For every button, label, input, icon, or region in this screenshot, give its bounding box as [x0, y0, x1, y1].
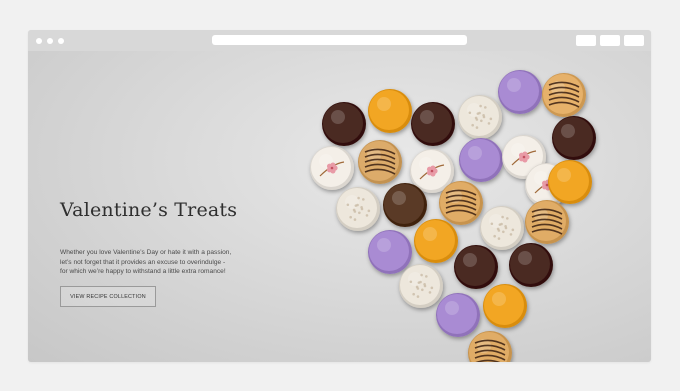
- macaron-coconut: [336, 187, 380, 231]
- macaron-mango: [414, 219, 458, 263]
- macaron-coconut: [458, 95, 502, 139]
- macaron-coconut: [480, 206, 524, 250]
- macaron-chocolate: [552, 116, 596, 160]
- macaron-white-floral: [310, 146, 354, 190]
- toolbar-button[interactable]: [576, 35, 596, 46]
- macaron-mango: [368, 89, 412, 133]
- macaron-caramel-drizzle: [542, 73, 586, 117]
- macaron-mango: [548, 160, 592, 204]
- browser-window: Valentine’s Treats Whether you love Vale…: [28, 30, 651, 362]
- macaron-chocolate: [322, 102, 366, 146]
- macaron-caramel-drizzle: [358, 140, 402, 184]
- macaron-chocolate: [454, 245, 498, 289]
- macaron-lavender: [459, 138, 503, 182]
- browser-toolbar: [28, 30, 651, 51]
- description-line: Whether you love Valentine’s Day or hate…: [60, 249, 232, 256]
- macaron-caramel-drizzle: [525, 200, 569, 244]
- window-dot[interactable]: [36, 38, 42, 44]
- macaron-mango: [483, 284, 527, 328]
- window-dot[interactable]: [58, 38, 64, 44]
- macaron-chocolate: [411, 102, 455, 146]
- hero-section: Valentine’s Treats Whether you love Vale…: [28, 51, 651, 362]
- hero-description: Whether you love Valentine’s Day or hate…: [60, 248, 270, 277]
- window-dot[interactable]: [47, 38, 53, 44]
- macaron-lavender: [436, 293, 480, 337]
- macaron-chocolate: [383, 183, 427, 227]
- toolbar-button[interactable]: [600, 35, 620, 46]
- view-recipe-collection-button[interactable]: VIEW RECIPE COLLECTION: [60, 286, 156, 307]
- macaron-lavender: [368, 230, 412, 274]
- macaron-chocolate: [509, 243, 553, 287]
- macaron-caramel-drizzle: [468, 331, 512, 362]
- toolbar-button[interactable]: [624, 35, 644, 46]
- macaron-lavender: [498, 70, 542, 114]
- macaron-coconut: [399, 264, 443, 308]
- page-title: Valentine’s Treats: [60, 199, 238, 221]
- macaron-caramel-drizzle: [439, 181, 483, 225]
- description-line: let’s not forget that it provides an exc…: [60, 258, 226, 266]
- address-bar[interactable]: [212, 35, 467, 45]
- description-line: for which we’re happy to withstand a lit…: [60, 268, 226, 276]
